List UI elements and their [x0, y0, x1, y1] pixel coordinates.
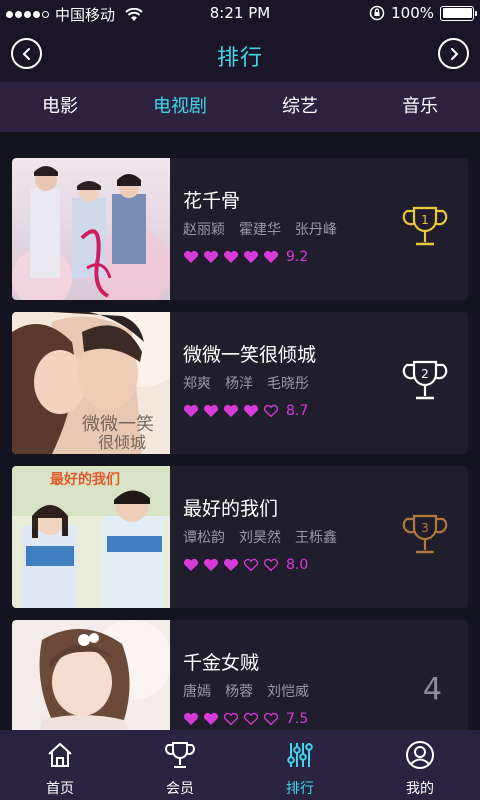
sliders-icon [287, 743, 313, 767]
nav-vip[interactable]: 会员 [120, 730, 240, 800]
heart-outline-icon [223, 712, 239, 726]
ranking-item[interactable]: 花千骨 赵丽颖 霍建华 张丹峰 9.2 1 [12, 158, 468, 300]
header: 排行 [0, 28, 480, 82]
item-cast: 赵丽颖 霍建华 张丹峰 [183, 219, 337, 239]
rank-number: 2 [421, 367, 429, 381]
item-cast: 谭松韵 刘昊然 王栎鑫 [183, 527, 337, 547]
cast-member: 赵丽颖 [183, 222, 225, 238]
item-info: 最好的我们 谭松韵 刘昊然 王栎鑫 8.0 [183, 494, 337, 573]
heart-filled-icon [183, 712, 199, 725]
nav-profile[interactable]: 我的 [360, 730, 480, 800]
poster-image: 微微一笑 很倾城 [12, 312, 170, 454]
ranking-item[interactable]: 微微一笑 很倾城 微微一笑很倾城 郑爽 杨洋 毛晓彤 8.7 2 [12, 312, 468, 454]
heart-filled-icon [223, 558, 239, 571]
poster-image [12, 158, 170, 300]
item-info: 千金女贼 唐嫣 杨蓉 刘恺威 7.5 [183, 648, 309, 727]
nav-vip-label: 会员 [166, 781, 194, 797]
heart-filled-icon [183, 250, 199, 263]
cast-member: 杨蓉 [225, 684, 253, 700]
ranking-item[interactable]: 最好的我们 最好的我们 谭松韵 刘昊然 王栎鑫 8.0 3 [12, 466, 468, 608]
home-icon [48, 743, 72, 767]
nav-home-label: 首页 [46, 781, 74, 797]
cast-member: 唐嫣 [183, 684, 211, 700]
next-button[interactable] [438, 38, 469, 69]
item-info: 微微一笑很倾城 郑爽 杨洋 毛晓彤 8.7 [183, 340, 316, 419]
rank-number: 4 [422, 672, 442, 707]
svg-text:最好的我们: 最好的我们 [50, 471, 120, 488]
tab-music[interactable]: 音乐 [360, 82, 480, 132]
trophy-icon [165, 742, 195, 768]
ranking-list: 花千骨 赵丽颖 霍建华 张丹峰 9.2 1 微微一笑 很倾城 微微一笑很倾城 郑… [12, 158, 468, 774]
svg-text:微微一笑: 微微一笑 [82, 414, 154, 435]
cast-member: 郑爽 [183, 376, 211, 392]
item-title: 千金女贼 [183, 652, 260, 674]
rank-number: 3 [421, 521, 429, 535]
rotation-lock-icon [369, 5, 385, 21]
category-tabs: 电影 电视剧 综艺 音乐 [0, 82, 480, 132]
item-info: 花千骨 赵丽颖 霍建华 张丹峰 9.2 [183, 186, 337, 265]
poster-image: 最好的我们 [12, 466, 170, 608]
nav-ranking[interactable]: 排行 [240, 730, 360, 800]
cast-member: 毛晓彤 [267, 376, 309, 392]
item-title: 微微一笑很倾城 [183, 344, 317, 366]
heart-filled-icon [243, 250, 259, 263]
item-rating: 8.0 [183, 557, 337, 573]
bottom-nav: 首页 会员 排行 我的 [0, 730, 480, 800]
cast-member: 谭松韵 [183, 530, 225, 546]
heart-filled-icon [183, 404, 199, 417]
item-rating: 8.7 [183, 403, 316, 419]
item-cast: 唐嫣 杨蓉 刘恺威 [183, 681, 309, 701]
item-score: 7.5 [286, 711, 309, 727]
heart-outline-icon [243, 558, 259, 572]
gold-trophy-icon: 1 [402, 206, 448, 246]
heart-filled-icon [223, 250, 239, 263]
rank-number: 1 [421, 213, 429, 227]
item-score: 8.0 [286, 557, 309, 573]
item-cast: 郑爽 杨洋 毛晓彤 [183, 373, 316, 393]
item-title: 最好的我们 [183, 498, 279, 520]
nav-ranking-label: 排行 [286, 781, 314, 797]
cast-member: 霍建华 [239, 222, 281, 238]
heart-filled-icon [203, 404, 219, 417]
heart-filled-icon [223, 404, 239, 417]
heart-outline-icon [243, 712, 259, 726]
tab-tv-series[interactable]: 电视剧 [120, 82, 240, 132]
cast-member: 刘昊然 [239, 530, 281, 546]
heart-filled-icon [203, 558, 219, 571]
cast-member: 张丹峰 [295, 222, 337, 238]
cast-member: 刘恺威 [267, 684, 309, 700]
heart-outline-icon [263, 712, 279, 726]
heart-filled-icon [203, 712, 219, 725]
heart-outline-icon [263, 404, 279, 418]
nav-home[interactable]: 首页 [0, 730, 120, 800]
tab-movies[interactable]: 电影 [0, 82, 120, 132]
heart-filled-icon [183, 558, 199, 571]
heart-outline-icon [263, 558, 279, 572]
item-score: 8.7 [286, 403, 309, 419]
battery-icon [440, 5, 477, 21]
heart-filled-icon [263, 250, 279, 263]
item-rating: 9.2 [183, 249, 337, 265]
bronze-trophy-icon: 3 [402, 514, 448, 554]
heart-filled-icon [243, 404, 259, 417]
item-rating: 7.5 [183, 711, 309, 727]
chevron-right-icon [450, 47, 458, 60]
status-bar: 中国移动 8:21 PM 100% [0, 0, 480, 28]
item-score: 9.2 [286, 249, 309, 265]
item-title: 花千骨 [183, 190, 241, 212]
tab-variety[interactable]: 综艺 [240, 82, 360, 132]
heart-filled-icon [203, 250, 219, 263]
cast-member: 王栎鑫 [295, 530, 337, 546]
user-icon [406, 741, 434, 769]
cast-member: 杨洋 [225, 376, 253, 392]
nav-profile-label: 我的 [406, 781, 434, 797]
page-title: 排行 [216, 46, 263, 71]
silver-trophy-icon: 2 [402, 360, 448, 400]
status-right: 100% [369, 4, 477, 22]
battery-percent: 100% [391, 4, 434, 22]
svg-text:很倾城: 很倾城 [98, 433, 146, 452]
